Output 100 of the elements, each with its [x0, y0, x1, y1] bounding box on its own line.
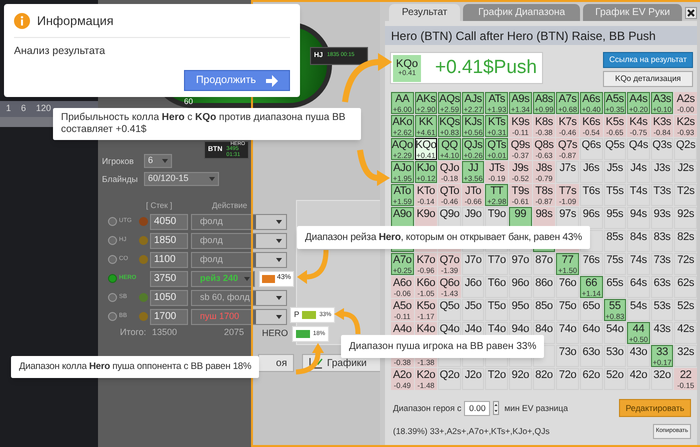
hand-label: Q6o — [440, 278, 460, 289]
hand-label: ATo — [394, 186, 411, 197]
tooltip: Диапазон пуша игрока на BB равен 33% — [341, 335, 544, 358]
hand-label: T7s — [558, 186, 576, 197]
hand-label: AKo — [392, 117, 412, 128]
hand-label: Q6s — [582, 140, 601, 151]
hand-label: A6o — [392, 278, 412, 289]
hand-label: KJo — [416, 163, 435, 174]
hand-label: 44 — [632, 324, 644, 335]
hand-label: AA — [395, 94, 410, 105]
hand-label: K9s — [511, 117, 530, 128]
hand-label: 65s — [606, 278, 624, 289]
hand-label: 72s — [677, 255, 694, 266]
hand-label: Q2o — [440, 370, 460, 381]
hand-label: Q4s — [628, 140, 648, 151]
hand-label: K7s — [558, 117, 577, 128]
hand-label: T6o — [488, 278, 506, 289]
hand-label: A6s — [582, 94, 600, 105]
total-label: Итого: — [120, 326, 148, 340]
hand-label: A7s — [558, 94, 577, 105]
session-cell-text: 120 — [36, 102, 52, 116]
hand-label: T8s — [535, 186, 553, 197]
hand-label: 32o — [653, 370, 671, 381]
hand-label: Q7o — [440, 255, 460, 266]
hand-label: AQo — [392, 140, 413, 151]
hand-label: J9s — [512, 163, 528, 174]
hand-label: Q8s — [534, 140, 554, 151]
hand-label: A9s — [511, 94, 530, 105]
hand-label: K4o — [416, 324, 436, 335]
hand-label: 96s — [582, 209, 600, 220]
hand-label: 55 — [609, 301, 621, 312]
hand-label: KQo — [396, 59, 418, 70]
session-cell-text: 1 — [6, 102, 12, 116]
hand-label: AQs — [439, 94, 460, 105]
hand-label: AJo — [393, 163, 412, 174]
hand-label: KJs — [464, 117, 482, 128]
hand-label: 86o — [535, 278, 553, 289]
hand-label: 53s — [654, 301, 670, 312]
dialog-message: Анализ результата — [13, 44, 106, 59]
hand-label: A3s — [653, 94, 672, 105]
hand-label: K2s — [676, 117, 695, 128]
hand-label: KTs — [488, 117, 506, 128]
hand-label: KQs — [439, 117, 460, 128]
hand-label: AJs — [464, 94, 482, 105]
hand-label: QTo — [440, 186, 460, 197]
hand-label: 74o — [558, 324, 576, 335]
hand-label: T6s — [582, 186, 600, 197]
hand-label: K9o — [416, 209, 436, 220]
hand-label: 92o — [512, 370, 530, 381]
hand-label: 85o — [535, 301, 553, 312]
hand-label: T4s — [630, 186, 648, 197]
hand-label: Q4o — [440, 324, 460, 335]
hand-label: 22 — [680, 370, 692, 381]
hand-label: J5s — [606, 163, 623, 174]
hand-label: K6o — [416, 278, 436, 289]
column-header: [ Стек ] — [146, 200, 174, 212]
hand-label: K8s — [534, 117, 554, 128]
hand-label: KK — [418, 117, 433, 128]
hand-label: 94s — [630, 209, 647, 220]
pot-amount: 60 — [184, 96, 193, 108]
hand-label: K4s — [629, 117, 648, 128]
hand-label: 82o — [535, 370, 553, 381]
hand-label: Q5o — [440, 301, 460, 312]
hand-label: 64o — [582, 324, 600, 335]
total-action: 2075 — [224, 326, 244, 340]
hand-label: KTo — [416, 186, 435, 197]
hand-label: A4o — [392, 324, 412, 335]
hand-label: 66 — [585, 278, 598, 289]
hand-label: T9o — [488, 209, 506, 220]
range-filter-label: Диапазон героя с — [393, 402, 462, 414]
hand-label: Q7s — [558, 140, 578, 151]
hand-label: K7o — [416, 255, 436, 266]
hand-label: 62s — [677, 278, 694, 289]
hand-label: J9o — [464, 209, 482, 220]
hand-label: 73o — [558, 347, 576, 358]
hand-label: 62o — [582, 370, 600, 381]
hand-label: Q9o — [440, 209, 460, 220]
hand-label: T2s — [676, 186, 694, 197]
hand-label: 33 — [656, 347, 668, 358]
hand-label: 52o — [606, 370, 624, 381]
hand-label: 72o — [558, 370, 576, 381]
hand-label: J4s — [630, 163, 647, 174]
hand-label: 43o — [630, 347, 648, 358]
hand-label: 63s — [654, 278, 670, 289]
hand-label: 95s — [606, 209, 624, 220]
hand-label: J2o — [464, 370, 482, 381]
hand-label: JTo — [465, 186, 482, 197]
session-cell-text: 6 — [21, 102, 26, 116]
hand-label: Q5s — [605, 140, 624, 151]
hand-label: 64s — [630, 278, 647, 289]
hand-label: 97s — [559, 209, 576, 220]
hand-label: A2o — [392, 370, 412, 381]
hand-label: 87o — [535, 255, 553, 266]
hand-label: 85s — [606, 232, 624, 243]
field-label: Блайнды — [102, 172, 139, 186]
hand-label: 95o — [512, 301, 530, 312]
hand-label: 73s — [654, 255, 670, 266]
hand-label: A7o — [392, 255, 412, 266]
hand-label: 76s — [582, 255, 600, 266]
hand-label: A8s — [534, 94, 554, 105]
